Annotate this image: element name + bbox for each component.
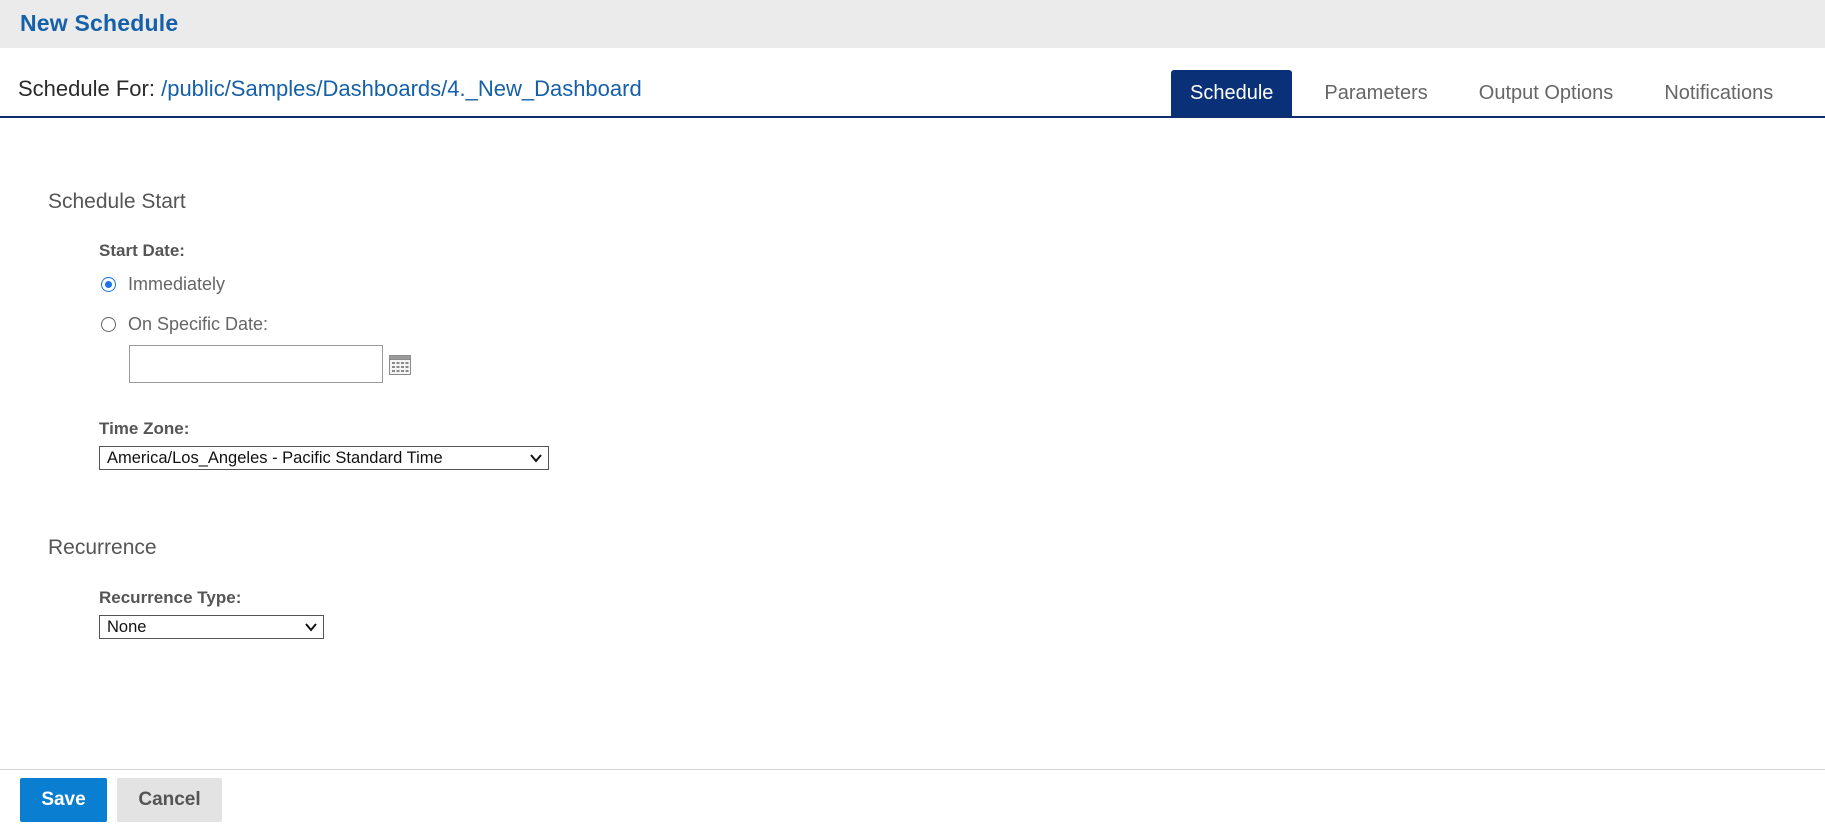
radio-immediately[interactable] (101, 277, 116, 292)
title-bar: New Schedule (0, 0, 1825, 48)
time-zone-select[interactable]: America/Los_Angeles - Pacific Standard T… (99, 446, 549, 470)
calendar-icon[interactable] (389, 355, 411, 375)
tab-parameters[interactable]: Parameters (1305, 70, 1446, 116)
time-zone-label: Time Zone: (99, 419, 190, 438)
radio-immediately-row[interactable]: Immediately (101, 274, 225, 295)
recurrence-type-label: Recurrence Type: (99, 588, 242, 607)
chevron-down-icon (530, 454, 542, 463)
radio-immediately-label: Immediately (128, 274, 226, 294)
start-date-label: Start Date: (99, 241, 185, 260)
radio-specific-date[interactable] (101, 317, 116, 332)
resource-path: /public/Samples/Dashboards/4._New_Dashbo… (161, 76, 642, 101)
save-button[interactable]: Save (20, 778, 107, 822)
time-zone-value: America/Los_Angeles - Pacific Standard T… (107, 449, 443, 467)
radio-specific-date-label: On Specific Date: (128, 314, 269, 334)
schedule-start-title: Schedule Start (48, 190, 186, 213)
window-title: New Schedule (20, 10, 179, 36)
cancel-button[interactable]: Cancel (117, 778, 222, 822)
radio-specific-date-row[interactable]: On Specific Date: (101, 314, 268, 335)
recurrence-title: Recurrence (48, 536, 157, 559)
header-row: Schedule For: /public/Samples/Dashboards… (0, 48, 1825, 118)
schedule-for: Schedule For: /public/Samples/Dashboards… (18, 76, 642, 102)
tab-output-options[interactable]: Output Options (1460, 70, 1633, 116)
tab-bar: Schedule Parameters Output Options Notif… (1171, 70, 1805, 116)
tab-schedule[interactable]: Schedule (1171, 70, 1293, 116)
chevron-down-icon (305, 623, 317, 632)
tab-notifications[interactable]: Notifications (1645, 70, 1792, 116)
schedule-for-label: Schedule For: (18, 76, 155, 101)
footer: Save Cancel (0, 769, 1825, 830)
specific-date-input[interactable] (129, 345, 383, 383)
recurrence-type-select[interactable]: None (99, 615, 324, 639)
recurrence-type-value: None (107, 618, 147, 636)
